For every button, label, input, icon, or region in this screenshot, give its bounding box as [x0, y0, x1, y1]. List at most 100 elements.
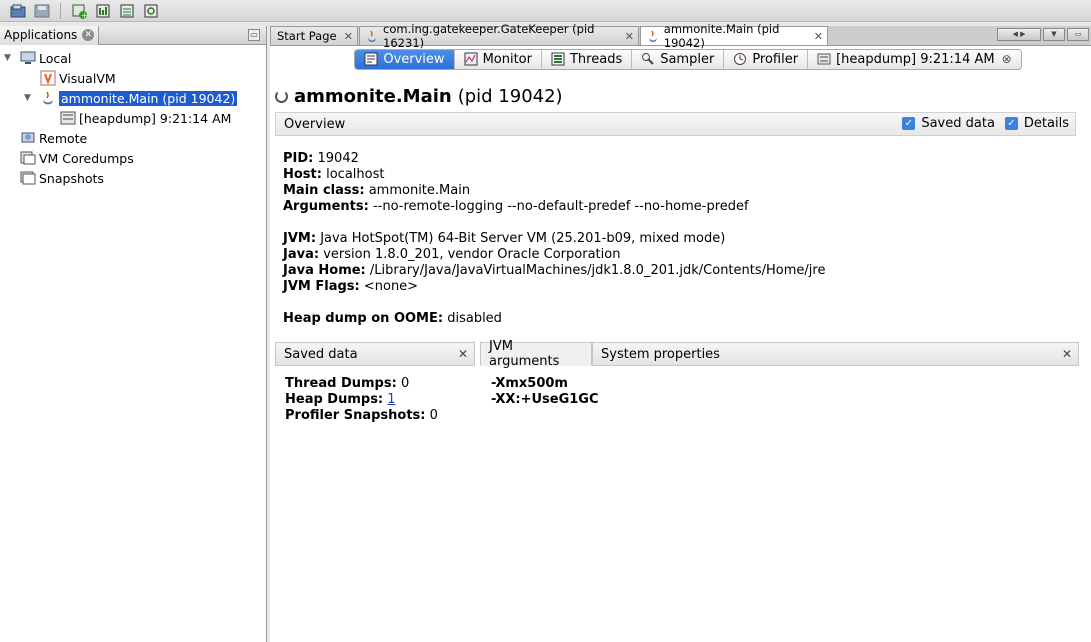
- saved-label: Thread Dumps:: [285, 376, 397, 391]
- profiler-icon: [734, 53, 747, 65]
- svg-text:+: +: [81, 11, 87, 19]
- close-icon[interactable]: ⊗: [1002, 52, 1012, 66]
- tab-system-properties[interactable]: System properties ✕: [592, 342, 1079, 366]
- subtab-label: Sampler: [660, 51, 715, 67]
- tree-node-local[interactable]: ▼ Local: [0, 48, 266, 68]
- view-subtabs: Overview Monitor Threads Sampler Profile…: [354, 48, 1022, 70]
- close-icon[interactable]: ✕: [1062, 347, 1072, 361]
- jvm-argument: -Xmx500m: [491, 376, 568, 391]
- close-icon[interactable]: ✕: [82, 29, 95, 41]
- applications-tab-label: Applications: [4, 28, 78, 42]
- thread-dump-icon[interactable]: [117, 2, 137, 20]
- tab-gatekeeper[interactable]: com.ing.gatekeeper.GateKeeper (pid 16231…: [359, 22, 639, 50]
- info-value: 19042: [317, 151, 359, 166]
- tree-node-snapshots[interactable]: Snapshots: [0, 168, 266, 188]
- tab-jvm-arguments[interactable]: JVM arguments: [480, 339, 592, 369]
- java-app-icon: [368, 30, 376, 42]
- details-tabs: Saved data ✕ JVM arguments System proper…: [275, 339, 1079, 369]
- tree-node-ammonite[interactable]: ▼ ammonite.Main (pid 19042): [0, 88, 266, 108]
- tree-node-coredumps[interactable]: VM Coredumps: [0, 148, 266, 168]
- subtab-label: [heapdump] 9:21:14 AM: [836, 51, 995, 67]
- main-content-panel: Start Page ✕ com.ing.gatekeeper.GateKeep…: [270, 22, 1091, 642]
- add-jmx-icon[interactable]: +: [69, 2, 89, 20]
- tree-node-remote[interactable]: Remote: [0, 128, 266, 148]
- info-heap-oome: Heap dump on OOME: disabled: [283, 311, 825, 327]
- expand-arrow-icon[interactable]: ▼: [4, 53, 11, 63]
- expand-arrow-icon[interactable]: ▼: [24, 93, 31, 103]
- saved-value: 0: [429, 408, 438, 423]
- info-value: <none>: [363, 279, 419, 294]
- tab-saved-data[interactable]: Saved data ✕: [275, 342, 475, 366]
- subtab-profiler[interactable]: Profiler: [724, 49, 809, 69]
- scroll-tabs-icon[interactable]: ◀ ▶: [997, 28, 1041, 41]
- profiler-snapshots-row: Profiler Snapshots: 0: [285, 408, 438, 424]
- tab-label: Start Page: [277, 29, 337, 43]
- info-host: Host: localhost: [283, 167, 825, 183]
- thread-dumps-row: Thread Dumps: 0: [285, 376, 438, 392]
- snapshots-icon: [20, 171, 36, 185]
- close-icon[interactable]: ✕: [458, 347, 468, 361]
- overview-section-bar: Overview ✓ Saved data ✓ Details: [275, 112, 1076, 136]
- minimize-panel-icon[interactable]: ▭: [248, 29, 260, 41]
- saved-data-checkbox[interactable]: ✓ Saved data: [902, 116, 995, 131]
- details-checkbox[interactable]: ✓ Details: [1004, 116, 1069, 131]
- close-icon[interactable]: ✕: [344, 30, 353, 43]
- saved-value: 0: [400, 376, 410, 391]
- heapdump-icon: [60, 111, 76, 125]
- tree-label-visualvm: VisualVM: [59, 70, 116, 86]
- tree-node-visualvm[interactable]: VisualVM: [0, 68, 266, 88]
- applications-tab[interactable]: Applications ✕: [0, 25, 100, 45]
- overview-icon: [364, 52, 378, 66]
- info-jvm: JVM: Java HotSpot(TM) 64-Bit Server VM (…: [283, 231, 825, 247]
- overview-section-label: Overview: [284, 116, 346, 132]
- details-checkbox-label: Details: [1023, 116, 1069, 131]
- info-value: ammonite.Main: [368, 183, 471, 198]
- heap-dumps-row: Heap Dumps: 1: [285, 392, 438, 408]
- tab-label: JVM arguments: [489, 339, 560, 369]
- java-app-icon: [649, 30, 657, 42]
- main-toolbar: +: [0, 0, 1091, 22]
- coredump-icon: [20, 151, 36, 165]
- save-file-icon[interactable]: [32, 2, 52, 20]
- saved-data-content: Thread Dumps: 0 Heap Dumps: 1 Profiler S…: [285, 376, 438, 424]
- maximize-icon[interactable]: ▭: [1067, 28, 1089, 41]
- info-label: Host:: [283, 167, 322, 182]
- info-main-class: Main class: ammonite.Main: [283, 183, 825, 199]
- tab-label: com.ing.gatekeeper.GateKeeper (pid 16231…: [383, 22, 595, 50]
- close-icon[interactable]: ✕: [814, 30, 823, 43]
- tab-start-page[interactable]: Start Page ✕: [270, 26, 358, 45]
- tree-node-heapdump[interactable]: [heapdump] 9:21:14 AM: [0, 108, 266, 128]
- remote-host-icon: [21, 132, 35, 143]
- info-value: /Library/Java/JavaVirtualMachines/jdk1.8…: [369, 263, 826, 278]
- java-app-icon: [43, 91, 53, 105]
- info-java-home: Java Home: /Library/Java/JavaVirtualMach…: [283, 263, 825, 279]
- close-icon[interactable]: ✕: [625, 30, 634, 43]
- window-controls: ◀ ▶ ▼ ▭: [997, 28, 1089, 41]
- info-label: Java Home:: [283, 263, 366, 278]
- saved-label: Heap Dumps:: [285, 392, 384, 407]
- heap-dumps-link[interactable]: 1: [387, 392, 395, 407]
- tab-label: System properties: [601, 346, 720, 362]
- subtab-threads[interactable]: Threads: [542, 49, 633, 69]
- checkmark-icon: ✓: [1004, 117, 1018, 130]
- open-file-icon[interactable]: [8, 2, 28, 20]
- tab-label: ammonite.Main (pid 19042): [663, 22, 780, 50]
- subtab-heapdump[interactable]: [heapdump] 9:21:14 AM ⊗: [808, 50, 1021, 69]
- loading-spinner-icon: [275, 90, 288, 103]
- monitor-icon: [464, 52, 478, 66]
- subtab-sampler[interactable]: Sampler: [632, 49, 725, 69]
- subtab-monitor[interactable]: Monitor: [455, 49, 542, 69]
- info-value: --no-remote-logging --no-default-predef …: [372, 199, 749, 214]
- applications-tabbar: Applications ✕ ▭: [0, 25, 266, 45]
- toolbar-separator: [60, 2, 61, 19]
- heap-dump-icon[interactable]: [93, 2, 113, 20]
- process-info: PID: 19042 Host: localhost Main class: a…: [283, 151, 825, 327]
- applications-tree: ▼ Local VisualVM ▼ ammonite.Main (pid 19…: [0, 45, 266, 188]
- subtab-overview[interactable]: Overview: [355, 49, 455, 69]
- info-pid: PID: 19042: [283, 151, 825, 167]
- tab-ammonite[interactable]: ammonite.Main (pid 19042) ✕: [640, 22, 828, 50]
- info-label: JVM Flags:: [283, 279, 360, 294]
- document-tabbar: Start Page ✕ com.ing.gatekeeper.GateKeep…: [270, 22, 1091, 50]
- snapshot-icon[interactable]: [141, 2, 161, 20]
- tab-list-icon[interactable]: ▼: [1043, 28, 1065, 41]
